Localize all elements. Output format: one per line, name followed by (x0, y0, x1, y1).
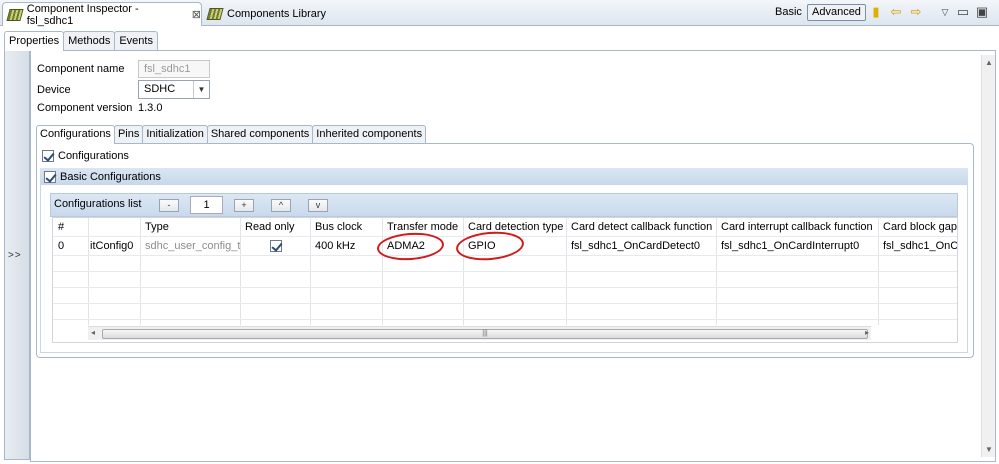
configuration-count-field[interactable]: 1 (190, 196, 223, 214)
configurations-checkbox-label: Configurations (58, 150, 129, 162)
basic-configurations-checkbox[interactable] (44, 170, 56, 183)
device-select[interactable]: SDHC ▼ (138, 80, 210, 99)
tab-initialization[interactable]: Initialization (142, 125, 208, 143)
new-document-icon[interactable]: ▮ (869, 5, 883, 19)
component-name-field: fsl_sdhc1 (138, 60, 210, 78)
column-header-read-only[interactable]: Read only (240, 218, 310, 236)
forward-arrow-icon[interactable]: ⇨ (909, 5, 923, 19)
close-icon[interactable]: ⊠ (192, 8, 201, 21)
chevron-down-icon[interactable]: ▼ (193, 81, 209, 98)
basic-configurations-header[interactable]: Basic Configurations (40, 168, 968, 185)
minimize-icon[interactable]: ▭ (956, 5, 970, 19)
back-arrow-icon[interactable]: ⇦ (889, 5, 903, 19)
column-header-card-detection-type[interactable]: Card detection type (463, 218, 566, 236)
tab-components-library[interactable]: Components Library (204, 3, 354, 25)
add-configuration-button[interactable]: + (234, 199, 254, 212)
tab-component-inspector-label: Component Inspector - fsl_sdhc1 (26, 2, 139, 27)
mode-basic-button[interactable]: Basic (775, 6, 802, 18)
cell-card-detection-type[interactable]: GPIO (463, 237, 566, 255)
read-only-checkbox[interactable] (270, 240, 282, 253)
cell-read-only[interactable] (240, 237, 310, 255)
column-header-type[interactable]: Type (140, 218, 240, 236)
tab-events[interactable]: Events (114, 31, 158, 50)
column-header-index[interactable]: # (53, 218, 88, 236)
scroll-down-icon[interactable]: ▼ (985, 445, 993, 454)
configuration-tabs: Configurations Pins Initialization Share… (36, 125, 427, 144)
component-version-value: 1.3.0 (138, 102, 163, 114)
horizontal-scroll-thumb[interactable]: ||| (102, 329, 868, 339)
cell-type: sdhc_user_config_t (145, 240, 240, 252)
configurations-list-title: Configurations list (54, 198, 142, 210)
cell-config-name[interactable]: itConfig0 (88, 237, 140, 255)
cell-bus-clock[interactable]: 400 kHz (310, 237, 382, 255)
mode-advanced-button[interactable]: Advanced (807, 4, 866, 21)
component-version-label: Component version (37, 102, 133, 114)
column-header-transfer-mode[interactable]: Transfer mode (382, 218, 463, 236)
library-icon (206, 8, 224, 20)
tab-properties[interactable]: Properties (4, 31, 65, 51)
move-down-button[interactable]: v (308, 199, 328, 212)
remove-configuration-button[interactable]: - (159, 199, 179, 212)
cell-transfer-mode[interactable]: ADMA2 (382, 237, 463, 255)
configurations-list-header (50, 193, 958, 217)
tab-inherited-components[interactable]: Inherited components (312, 125, 427, 143)
configurations-toggle[interactable]: Configurations (42, 150, 129, 162)
maximize-icon[interactable]: ▣ (975, 5, 989, 19)
scroll-up-icon[interactable]: ▲ (985, 58, 993, 67)
column-header-bus-clock[interactable]: Bus clock (310, 218, 382, 236)
component-name-label: Component name (37, 63, 125, 75)
tab-methods[interactable]: Methods (63, 31, 116, 50)
tab-shared-components[interactable]: Shared components (206, 125, 314, 143)
cell-card-detect-callback[interactable]: fsl_sdhc1_OnCardDetect0 (566, 237, 716, 255)
vertical-scrollbar[interactable]: ▲ ▼ (981, 55, 995, 457)
device-select-value: SDHC (144, 83, 176, 95)
column-header-card-block-gap[interactable]: Card block gap (878, 218, 957, 236)
horizontal-scrollbar[interactable]: ◂ ||| ▸ (88, 326, 871, 340)
tab-component-inspector[interactable]: Component Inspector - fsl_sdhc1 ⊠ (2, 2, 202, 27)
view-menu-icon[interactable]: ▽ (938, 5, 952, 19)
scroll-left-icon[interactable]: ◂ (91, 328, 95, 337)
expand-panel-label[interactable]: >> (8, 250, 22, 261)
column-header-name[interactable] (88, 218, 140, 236)
scroll-right-icon[interactable]: ▸ (865, 328, 869, 337)
column-header-card-detect-callback[interactable]: Card detect callback function (566, 218, 716, 236)
configurations-checkbox[interactable] (42, 150, 54, 162)
tab-pins[interactable]: Pins (113, 125, 144, 143)
column-header-card-interrupt-callback[interactable]: Card interrupt callback function (716, 218, 878, 236)
basic-configurations-label: Basic Configurations (60, 170, 161, 183)
cell-card-interrupt-callback[interactable]: fsl_sdhc1_OnCardInterrupt0 (716, 237, 878, 255)
cell-card-block-gap[interactable]: fsl_sdhc1_OnCa (878, 237, 957, 255)
move-up-button[interactable]: ^ (271, 199, 291, 212)
configurations-table: # Type Read only Bus clock Transfer mode… (52, 217, 958, 343)
inspector-sub-tabs: Properties Methods Events (4, 31, 158, 51)
device-label: Device (37, 84, 71, 96)
tab-components-library-label: Components Library (227, 8, 327, 20)
component-icon (6, 8, 24, 21)
tab-configurations[interactable]: Configurations (36, 125, 115, 144)
cell-index[interactable]: 0 (53, 237, 88, 255)
